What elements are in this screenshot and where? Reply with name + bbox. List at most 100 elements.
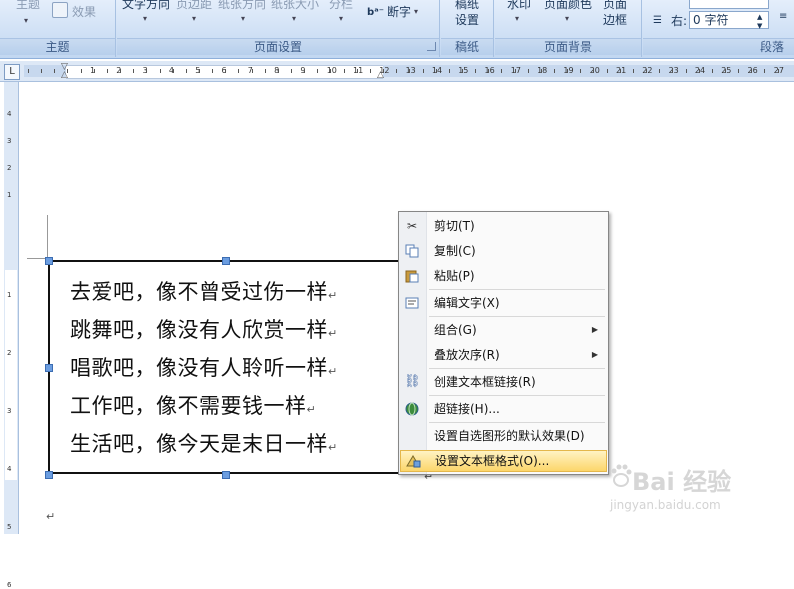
vertical-ruler-tick-label: 6 — [7, 581, 12, 589]
paragraph-mark: ↵ — [306, 403, 317, 416]
ruler-minor-tick — [422, 69, 424, 73]
text-box[interactable]: 去爱吧，像不曾受过伤一样↵ 跳舞吧，像没有人欣赏一样↵ 唱歌吧，像没有人聆听一样… — [48, 260, 402, 474]
columns-dropdown-icon[interactable]: ▾ — [339, 14, 343, 23]
watermark-dropdown-icon[interactable]: ▾ — [515, 14, 519, 23]
ruler-tick-label: 13 — [405, 66, 416, 75]
tab-selector-button[interactable]: L — [4, 64, 20, 80]
resize-handle-bottom-center[interactable] — [222, 471, 230, 479]
spinner-down-icon[interactable]: ▼ — [757, 19, 762, 33]
menu-item-group[interactable]: 组合(G) ▶ — [399, 319, 608, 341]
effects-dropdown-icon[interactable]: ▾ — [24, 16, 28, 25]
right-indent-marker-icon[interactable]: △ — [377, 70, 384, 80]
columns-button[interactable]: 分栏 — [329, 0, 353, 11]
horizontal-ruler[interactable]: L 1 2 3 4 5 6 7 8 9 10 11 12 13 14 15 16 17 18 19 20 21 22 23 2… — [0, 61, 794, 82]
watermark-button[interactable]: 水印 — [507, 0, 531, 11]
ruler-minor-tick — [198, 69, 200, 73]
ruler-tick-label: 25 — [721, 66, 732, 75]
vertical-ruler-tick-label: 3 — [7, 137, 12, 145]
manuscript-button-line1[interactable]: 稿纸 — [455, 0, 479, 11]
resize-handle-bottom-left[interactable] — [45, 471, 53, 479]
right-margin-area — [383, 65, 794, 77]
menu-separator — [429, 422, 605, 423]
menu-item-label: 复制(C) — [434, 244, 476, 258]
ruler-minor-tick — [567, 69, 569, 73]
vertical-ruler-tick-label: 2 — [7, 164, 12, 172]
theme-button[interactable]: 主题 — [16, 0, 40, 11]
right-indent-value[interactable]: 0 字符 — [693, 13, 728, 27]
menu-item-order[interactable]: 叠放次序(R) ▶ — [399, 344, 608, 366]
ruler-minor-tick — [54, 69, 56, 73]
vertical-ruler[interactable]: 4 3 2 1 1 2 3 4 5 6 — [4, 82, 19, 589]
ruler-minor-tick — [632, 69, 634, 73]
resize-handle-top-center[interactable] — [222, 257, 230, 265]
ruler-minor-tick — [304, 69, 306, 73]
hanging-indent-marker-icon[interactable]: △ — [61, 70, 68, 80]
ruler-minor-tick — [251, 69, 253, 73]
paragraph-group-label: 段落 — [643, 38, 794, 55]
menu-item-cut[interactable]: ✂ 剪切(T) — [399, 215, 608, 237]
ruler-minor-tick — [777, 69, 779, 73]
size-dropdown-icon[interactable]: ▾ — [292, 14, 296, 23]
spacing-icon: ≡ — [779, 11, 788, 22]
margins-dropdown-icon[interactable]: ▾ — [192, 14, 196, 23]
link-icon: ⛓ — [404, 374, 421, 389]
left-margin-area — [24, 65, 66, 77]
resize-handle-top-left[interactable] — [45, 257, 53, 265]
text-direction-button[interactable]: 文字方向 — [122, 0, 170, 11]
ruler-minor-tick — [277, 69, 279, 73]
ruler-minor-tick — [501, 69, 503, 73]
menu-item-paste[interactable]: 粘贴(P) — [399, 265, 608, 287]
menu-item-edit-text[interactable]: 编辑文字(X) — [399, 292, 608, 314]
ruler-minor-tick — [593, 69, 595, 73]
orientation-button[interactable]: 纸张方向 — [218, 0, 266, 11]
page-color-dropdown-icon[interactable]: ▾ — [565, 14, 569, 23]
textbox-line-4[interactable]: 工作吧，像不需要钱一样↵ — [70, 390, 316, 420]
ruler-tick-label: 24 — [694, 66, 706, 75]
ruler-tick-label: 15 — [458, 66, 469, 75]
ruler-minor-tick — [291, 69, 292, 73]
menu-separator — [429, 368, 605, 369]
menu-item-default-effect[interactable]: 设置自选图形的默认效果(D) — [399, 425, 608, 447]
textbox-line-2[interactable]: 跳舞吧，像没有人欣赏一样↵ — [70, 314, 338, 344]
ruler-minor-tick — [698, 69, 700, 73]
ruler-tick-label: 22 — [642, 66, 653, 75]
menu-item-label: 创建文本框链接(R) — [434, 375, 536, 389]
ruler-minor-tick — [120, 69, 122, 73]
ruler-minor-tick — [409, 69, 411, 73]
vertical-ruler-text-area — [5, 270, 17, 480]
page-background-group: 水印 页面颜色 页面 边框 ▾ ▾ 页面背景 — [495, 0, 642, 57]
textbox-line-5[interactable]: 生活吧，像今天是末日一样↵ — [70, 428, 338, 458]
right-indent-spinner[interactable]: 0 字符 ▲ ▼ — [689, 11, 769, 30]
orientation-dropdown-icon[interactable]: ▾ — [241, 14, 245, 23]
menu-item-copy[interactable]: 复制(C) — [399, 240, 608, 262]
hyphenation-dropdown-icon[interactable]: ▾ — [414, 7, 418, 16]
menu-item-hyperlink[interactable]: 超链接(H)... — [399, 398, 608, 420]
page-color-button[interactable]: 页面颜色 — [544, 0, 592, 11]
ruler-minor-tick — [343, 69, 345, 73]
text-direction-dropdown-icon[interactable]: ▾ — [143, 14, 147, 23]
margins-button[interactable]: 页边距 — [176, 0, 212, 11]
textbox-line-3[interactable]: 唱歌吧，像没有人聆听一样↵ — [70, 352, 338, 382]
manuscript-button-line2[interactable]: 设置 — [455, 13, 479, 27]
page-border-button-line1[interactable]: 页面 — [603, 0, 627, 11]
menu-item-format-textbox[interactable]: 设置文本框格式(O)... — [400, 450, 607, 472]
indent-right-label: 右: — [671, 14, 688, 28]
menu-item-create-link[interactable]: ⛓ 创建文本框链接(R) — [399, 371, 608, 393]
textbox-line-1[interactable]: 去爱吧，像不曾受过伤一样↵ — [70, 276, 338, 306]
ruler-minor-tick — [606, 69, 608, 73]
effects-button[interactable]: 效果 — [72, 5, 96, 19]
ruler-minor-tick — [527, 69, 529, 73]
hyphenation-button[interactable]: 断字 — [387, 5, 411, 19]
ruler-tick-label: 23 — [668, 66, 679, 75]
page-border-button-line2[interactable]: 边框 — [603, 13, 627, 27]
page-setup-launcher-icon[interactable] — [427, 42, 436, 51]
resize-handle-middle-left[interactable] — [45, 364, 53, 372]
ruler-minor-tick — [330, 69, 332, 73]
size-button[interactable]: 纸张大小 — [271, 0, 319, 11]
margin-corner-mark-h — [27, 258, 47, 259]
page-setup-group: 文字方向 页边距 纸张方向 纸张大小 分栏 ▾ ▾ ▾ ▾ ▾ bᵃ⁻ 断字 ▾… — [117, 0, 440, 57]
left-indent-spinner[interactable] — [689, 0, 769, 9]
ruler-minor-tick — [619, 69, 621, 73]
margin-corner-mark-v — [47, 215, 48, 259]
vertical-ruler-tick-label: 4 — [7, 110, 12, 118]
